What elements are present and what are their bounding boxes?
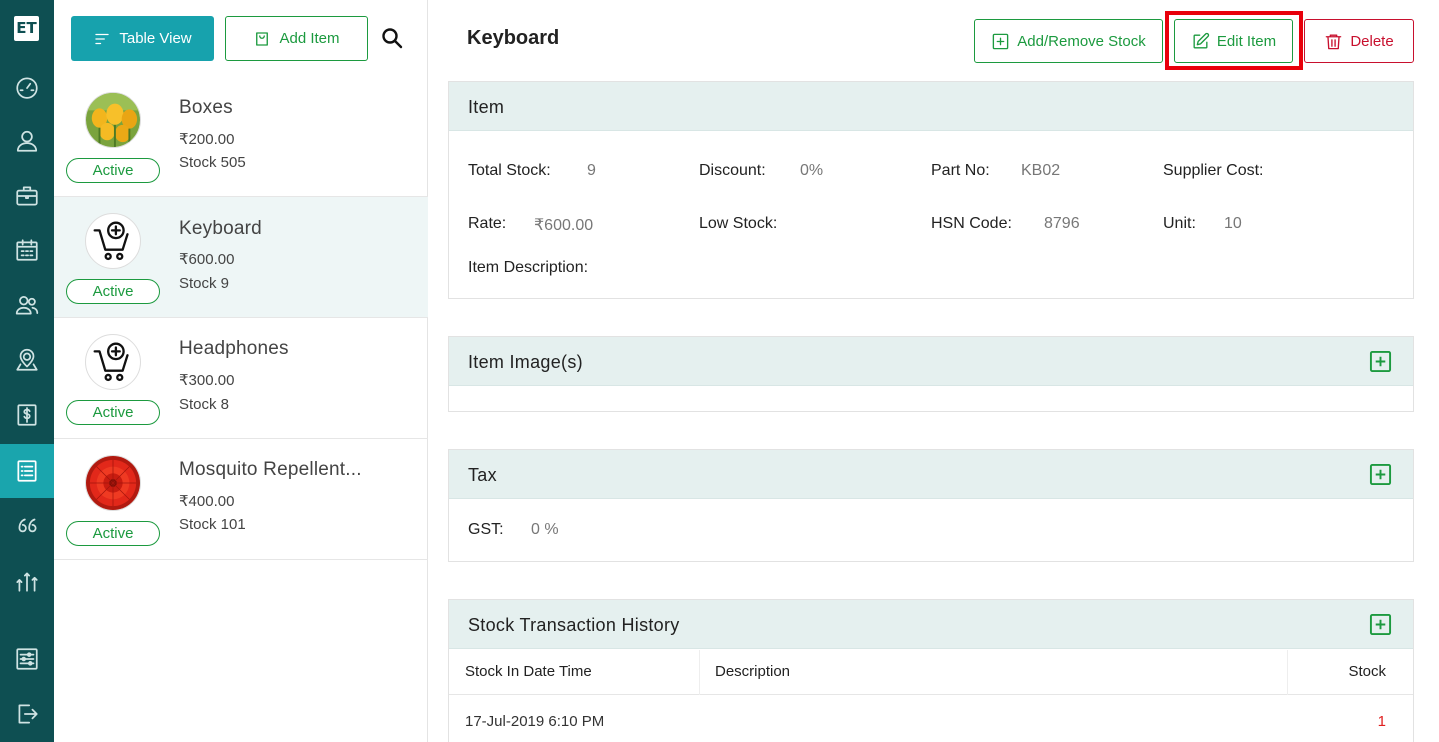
list-item[interactable]: Active Headphones ₹300.00 Stock 8	[54, 318, 428, 439]
item-name: Mosquito Repellent...	[179, 459, 362, 480]
item-stock: Stock 9	[179, 275, 230, 292]
rate-value: ₹600.00	[534, 217, 594, 234]
analytics-icon[interactable]	[0, 554, 54, 608]
delete-label: Delete	[1350, 32, 1394, 50]
sort-lines-icon	[95, 33, 110, 44]
item-detail-panel: Keyboard Add/Remove Stock Edit Item Dele…	[429, 0, 1439, 742]
stock-history-card: Stock Transaction History Stock In Date …	[448, 599, 1414, 742]
card-title: Item	[468, 97, 505, 117]
item-images-card: Item Image(s)	[448, 336, 1414, 412]
add-remove-stock-label: Add/Remove Stock	[1017, 32, 1146, 50]
status-badge: Active	[66, 279, 160, 304]
table-view-button[interactable]: Table View	[71, 16, 214, 61]
app-logo[interactable]: ET	[14, 16, 39, 41]
discount-label: Discount:	[699, 162, 766, 179]
item-stock: Stock 505	[179, 154, 246, 171]
status-badge: Active	[66, 400, 160, 425]
nav-rail: ET	[0, 0, 54, 742]
column-header[interactable]: Stock In Date Time	[465, 663, 592, 680]
add-tax-icon[interactable]	[1369, 463, 1392, 486]
cart-placeholder-icon	[85, 334, 141, 390]
discount-value: 0%	[800, 162, 824, 179]
add-item-button[interactable]: Add Item	[225, 16, 368, 61]
low-stock-label: Low Stock:	[699, 215, 778, 232]
item-description-label: Item Description:	[468, 259, 589, 276]
total-stock-value: 9	[587, 162, 596, 179]
item-price: ₹600.00	[179, 251, 235, 268]
column-header[interactable]: Stock	[1348, 663, 1386, 680]
logout-icon[interactable]	[0, 687, 54, 741]
item-image	[85, 92, 141, 148]
column-divider	[1287, 650, 1288, 695]
delete-button[interactable]: Delete	[1304, 19, 1414, 63]
cell-datetime: 17-Jul-2019 6:10 PM	[465, 713, 605, 730]
table-view-label: Table View	[119, 30, 192, 47]
column-divider	[699, 650, 700, 695]
total-stock-label: Total Stock:	[468, 162, 551, 179]
settings-sliders-icon[interactable]	[0, 632, 54, 686]
list-item[interactable]: Active Boxes ₹200.00 Stock 505	[54, 76, 428, 197]
gst-value: 0 %	[531, 521, 559, 538]
unit-label: Unit:	[1163, 215, 1196, 232]
card-title: Item Image(s)	[468, 352, 583, 372]
item-stock: Stock 8	[179, 396, 230, 413]
plus-square-icon	[992, 33, 1009, 49]
edit-icon	[1193, 32, 1210, 49]
item-name: Boxes	[179, 97, 233, 118]
item-price: ₹300.00	[179, 372, 235, 389]
map-pin-icon[interactable]	[0, 333, 54, 387]
list-item[interactable]: Active Keyboard ₹600.00 Stock 9	[54, 197, 428, 318]
list-item[interactable]: Active Mosquito Repellent... ₹400.00 Sto…	[54, 439, 428, 560]
card-title: Stock Transaction History	[468, 615, 680, 635]
item-price: ₹200.00	[179, 131, 235, 148]
hsn-code-label: HSN Code:	[931, 215, 1012, 232]
item-info-card: Item Total Stock: 9 Discount: 0% Part No…	[448, 81, 1414, 299]
briefcase-icon[interactable]	[0, 169, 54, 223]
hsn-code-value: 8796	[1044, 215, 1080, 232]
item-name: Headphones	[179, 338, 289, 359]
quote-icon[interactable]	[0, 499, 54, 553]
add-stock-transaction-icon[interactable]	[1369, 613, 1392, 636]
item-list-panel: Table View Add Item Active Boxes ₹200.00…	[54, 0, 428, 742]
card-header: Stock Transaction History	[449, 600, 1413, 649]
add-image-icon[interactable]	[1369, 350, 1392, 373]
add-item-label: Add Item	[279, 30, 340, 47]
card-header: Tax	[449, 450, 1413, 499]
user-icon[interactable]	[0, 114, 54, 168]
trash-icon	[1326, 33, 1342, 49]
users-icon[interactable]	[0, 278, 54, 332]
card-title: Tax	[468, 465, 497, 485]
item-name: Keyboard	[179, 218, 262, 239]
dashboard-icon[interactable]	[0, 60, 54, 114]
cart-placeholder-icon	[85, 213, 141, 269]
dollar-icon[interactable]	[0, 388, 54, 442]
card-header: Item	[449, 82, 1413, 131]
list-icon[interactable]	[0, 444, 54, 498]
card-header: Item Image(s)	[449, 337, 1413, 386]
tax-card: Tax GST: 0 %	[448, 449, 1414, 562]
table-header: Stock In Date Time Description Stock	[449, 650, 1413, 695]
item-stock: Stock 101	[179, 516, 246, 533]
add-remove-stock-button[interactable]: Add/Remove Stock	[974, 19, 1163, 63]
item-price: ₹400.00	[179, 493, 235, 510]
page-title: Keyboard	[467, 27, 560, 49]
edit-item-label: Edit Item	[1216, 32, 1277, 50]
shopping-bag-icon	[256, 31, 269, 46]
calendar-icon[interactable]	[0, 223, 54, 277]
item-image	[85, 455, 141, 511]
status-badge: Active	[66, 158, 160, 183]
part-no-value: KB02	[1021, 162, 1061, 179]
cell-stock: 1	[1377, 713, 1386, 730]
supplier-cost-label: Supplier Cost:	[1163, 162, 1264, 179]
edit-item-button[interactable]: Edit Item	[1174, 19, 1293, 63]
status-badge: Active	[66, 521, 160, 546]
unit-value: 10	[1224, 215, 1242, 232]
rate-label: Rate:	[468, 215, 507, 232]
search-icon[interactable]	[380, 26, 406, 52]
column-header[interactable]: Description	[715, 663, 790, 680]
gst-label: GST:	[468, 521, 504, 538]
part-no-label: Part No:	[931, 162, 990, 179]
